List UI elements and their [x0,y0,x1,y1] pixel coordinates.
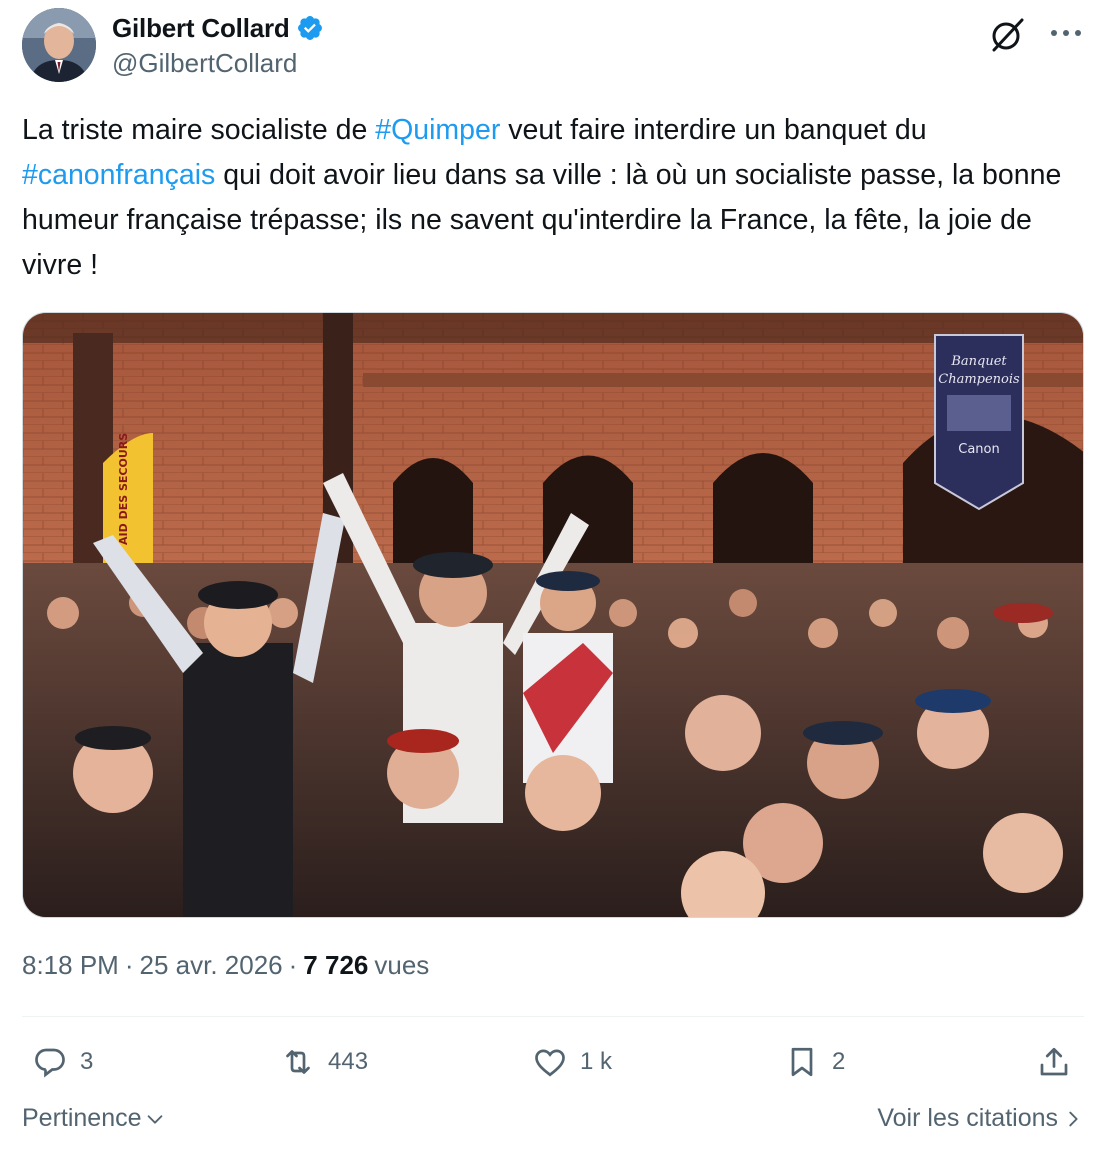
tweet-text: La triste maire socialiste de #Quimper v… [22,108,1084,288]
repost-count: 443 [328,1048,369,1075]
reply-icon [35,1048,65,1078]
author-display-name[interactable]: Gilbert Collard [112,13,290,44]
tweet-text-segment: veut faire interdire un banquet du [500,114,927,146]
chevron-down-icon [147,1114,162,1124]
reply-count: 3 [80,1048,94,1075]
bookmark-count: 2 [832,1048,846,1075]
views-count[interactable]: 7 726 [303,950,368,981]
view-quotes-link[interactable]: Voir les citations [877,1104,1084,1133]
banner-title-2: Champenois [938,372,1020,387]
verified-badge-icon[interactable] [296,14,324,42]
divider [22,1016,1084,1017]
author-block: Gilbert Collard @GilbertCollard [112,12,324,79]
grok-icon[interactable] [988,16,1026,54]
heart-icon [535,1049,565,1077]
share-icon [1040,1047,1068,1076]
banner-title-1: Banquet [950,354,1007,369]
more-icon[interactable] [1046,18,1086,48]
tweet-time[interactable]: 8:18 PM [22,950,119,981]
sort-dropdown[interactable]: Pertinence [22,1104,166,1133]
meta-separator: · [124,950,134,980]
quotes-label: Voir les citations [877,1104,1058,1132]
like-count: 1 k [580,1048,613,1075]
like-button[interactable]: 1 k [532,1040,612,1084]
avatar-image [22,8,96,82]
meta-separator: · [288,950,298,980]
hashtag-link[interactable]: #Quimper [375,114,500,146]
banquet-photo: Banquet Champenois Canon AID DES SECOURS [23,313,1083,917]
bookmark-icon [791,1047,813,1077]
chevron-right-icon [1069,1111,1078,1126]
reply-button[interactable]: 3 [32,1040,93,1084]
share-button[interactable] [1036,1040,1072,1084]
avatar[interactable] [22,8,96,82]
tweet-header: Gilbert Collard @GilbertCollard [22,8,1086,86]
tweet-meta: 8:18 PM · 25 avr. 2026 · 7 726 vues [22,950,429,981]
repost-icon [286,1050,310,1074]
views-label: vues [374,950,430,980]
bookmark-button[interactable]: 2 [784,1040,845,1084]
tweet-date[interactable]: 25 avr. 2026 [140,950,283,981]
name-row: Gilbert Collard [112,12,324,44]
banner-logo: Canon [958,442,999,457]
tweet-actions: 3 443 1 k 2 [22,1040,1084,1084]
author-handle[interactable]: @GilbertCollard [112,48,324,79]
flag-text: AID DES SECOURS [117,433,130,545]
tweet-photo[interactable]: Banquet Champenois Canon AID DES SECOURS [22,312,1084,918]
replies-footer: Pertinence Voir les citations [22,1104,1084,1144]
repost-button[interactable]: 443 [280,1040,368,1084]
tweet-text-segment: La triste maire socialiste de [22,114,376,146]
sort-label: Pertinence [22,1104,142,1132]
hashtag-link[interactable]: #canonfrançais [22,159,215,191]
